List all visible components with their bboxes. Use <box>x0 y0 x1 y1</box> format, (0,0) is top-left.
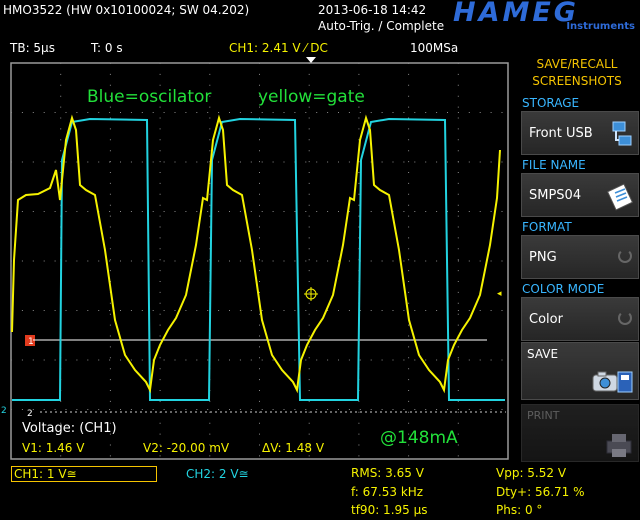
filename-label: FILE NAME <box>522 158 586 172</box>
menu-title-line1: SAVE/RECALL <box>536 57 618 71</box>
measure-vpp: Vpp: 5.52 V <box>496 466 567 480</box>
camera-save-icon <box>592 371 633 393</box>
format-label: FORMAT <box>522 220 572 234</box>
colormode-label: COLOR MODE <box>522 282 605 296</box>
format-value: PNG <box>529 250 557 265</box>
storage-button[interactable]: Front USB <box>521 111 639 155</box>
measure-phase: Phs: 0 ° <box>496 503 543 517</box>
rotary-knob-icon <box>618 249 632 263</box>
filename-value: SMPS04 <box>529 188 582 203</box>
filename-button[interactable]: SMPS04 <box>521 173 639 217</box>
storage-value: Front USB <box>529 126 593 141</box>
save-label: SAVE <box>527 347 559 361</box>
usb-folder-icon <box>612 121 632 146</box>
edit-document-icon <box>607 183 634 211</box>
printer-icon <box>606 434 632 457</box>
cursor-dv: ΔV: 1.48 V <box>262 441 325 455</box>
annotation-blue: Blue=oscilator <box>87 87 212 107</box>
ch2-waveform <box>12 117 505 401</box>
colormode-value: Color <box>529 312 563 327</box>
annotation-current: @148mA <box>380 428 458 448</box>
cursor-title: Voltage: (CH1) <box>22 421 117 436</box>
annotation-yellow: yellow=gate <box>258 87 365 107</box>
format-button[interactable]: PNG <box>521 235 639 279</box>
rotary-knob-icon <box>618 311 632 325</box>
graticule-grid <box>11 63 508 459</box>
ch1-waveform <box>11 114 501 394</box>
ch1-marker-label: 1 <box>28 337 34 347</box>
menu-title-line2: SCREENSHOTS <box>532 74 622 88</box>
measure-duty: Dty+: 56.71 % <box>496 485 585 499</box>
trigger-level-marker: ◂ <box>497 289 502 299</box>
save-button[interactable]: SAVE <box>521 342 639 400</box>
storage-label: STORAGE <box>522 96 580 110</box>
colormode-button[interactable]: Color <box>521 297 639 341</box>
print-button[interactable]: PRINT <box>521 404 639 462</box>
ground-marker-label: 2 <box>27 409 33 419</box>
print-label: PRINT <box>527 409 560 422</box>
trigger-position-marker <box>306 57 316 63</box>
cursor-v1: V1: 1.46 V <box>22 441 85 455</box>
ch2-marker-label: 2 <box>1 406 7 416</box>
measure-rms: RMS: 3.65 V <box>351 466 424 480</box>
graticule-frame <box>10 62 509 460</box>
cursor-v2: V2: -20.00 mV <box>143 441 230 455</box>
ch1-scale[interactable]: CH1: 1 V≅ <box>14 467 77 481</box>
measure-tf90: tf90: 1.95 µs <box>351 503 428 517</box>
measure-freq: f: 67.53 kHz <box>351 485 424 499</box>
ch2-scale[interactable]: CH2: 2 V≅ <box>186 467 249 481</box>
